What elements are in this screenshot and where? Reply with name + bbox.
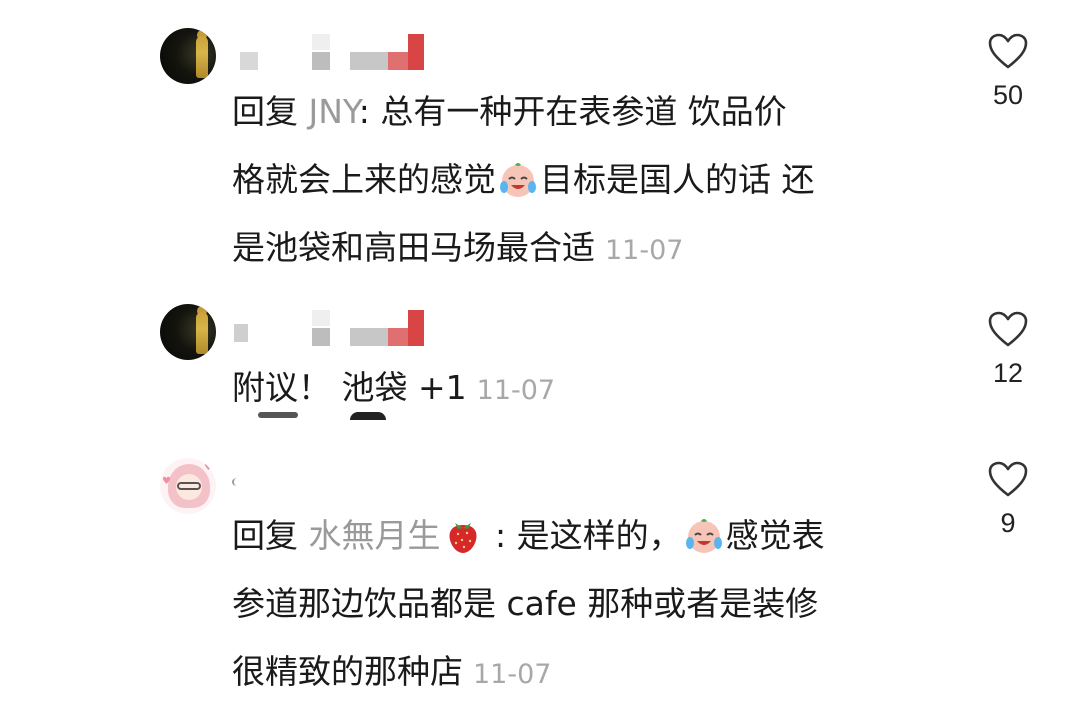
reply-label: 回复 — [232, 92, 298, 131]
crying-laughing-face-icon — [500, 163, 536, 197]
timestamp: 11-07 — [476, 375, 556, 406]
avatar[interactable] — [160, 28, 216, 84]
like-count: 9 — [1000, 508, 1016, 538]
comment-thread: 回复 JNY: 总有一种开在表参道 饮品价 格就会上来的感觉 目标是国人的话 还… — [0, 0, 1080, 716]
reply-label: 回复 — [232, 516, 298, 555]
heart-outline-icon — [988, 461, 1028, 497]
comment-text: 附议！ 池袋 +1 11-07 — [232, 368, 556, 407]
strawberry-icon — [449, 523, 476, 553]
timestamp: 11-07 — [605, 235, 684, 266]
username-redacted[interactable] — [232, 478, 242, 486]
username-redacted[interactable] — [232, 32, 432, 72]
reply-to-username[interactable]: 水無月生 — [309, 516, 441, 555]
heart-outline-icon — [988, 311, 1028, 347]
heart-sticker-icon: ♥ — [162, 476, 171, 487]
avatar[interactable]: ♥ ♥ — [160, 458, 216, 514]
comment-text: 回复 水無月生 : 是这样的， 感觉表 参道那边饮品都是 cafe 那种或者是装 — [232, 516, 825, 691]
avatar[interactable] — [160, 304, 216, 360]
like-button[interactable]: 9 — [975, 460, 1041, 539]
like-button[interactable]: 50 — [975, 32, 1041, 111]
heart-outline-icon — [988, 33, 1028, 69]
like-count: 50 — [992, 80, 1024, 110]
crying-laughing-face-icon — [685, 519, 722, 553]
redaction-mark — [350, 412, 386, 420]
like-button[interactable]: 12 — [975, 310, 1041, 389]
like-count: 12 — [992, 358, 1024, 388]
timestamp: 11-07 — [473, 659, 552, 690]
heart-sticker-icon: ♥ — [204, 462, 213, 473]
redaction-mark — [258, 412, 298, 418]
comment-text: 回复 JNY: 总有一种开在表参道 饮品价 格就会上来的感觉 目标是国人的话 还… — [232, 92, 815, 267]
username-redacted[interactable] — [232, 308, 432, 348]
reply-to-username[interactable]: JNY — [309, 92, 359, 131]
